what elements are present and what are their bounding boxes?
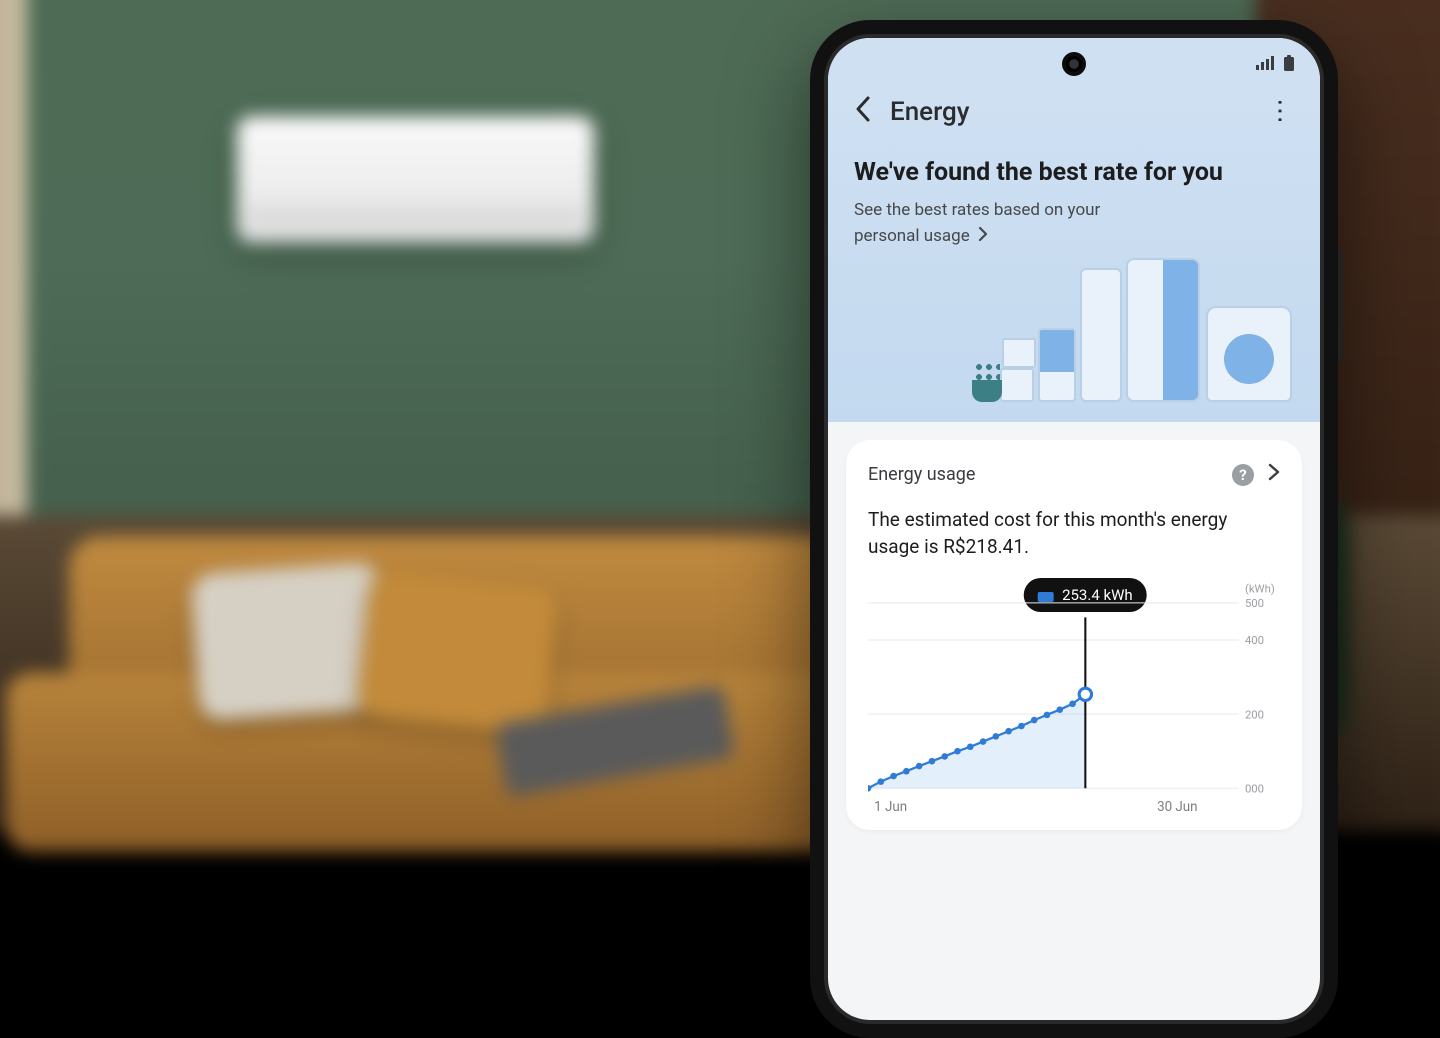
phone-frame: Energy ⋯ We've found the best rate for y… bbox=[810, 20, 1338, 1038]
appliances-illustration bbox=[1002, 252, 1302, 402]
battery-icon bbox=[1284, 55, 1294, 71]
hero-banner: Energy ⋯ We've found the best rate for y… bbox=[828, 82, 1320, 422]
hero-headline: We've found the best rate for you bbox=[854, 158, 1294, 187]
phone-screen: Energy ⋯ We've found the best rate for y… bbox=[824, 34, 1324, 1024]
y-tick-000: 000 bbox=[1245, 782, 1264, 796]
y-unit: (kWh) bbox=[1245, 582, 1275, 596]
card-title: Energy usage bbox=[868, 464, 975, 485]
bg-sofa bbox=[6, 494, 867, 893]
back-button[interactable] bbox=[854, 95, 872, 129]
chart-focus-point bbox=[1079, 688, 1091, 700]
content-area: Energy usage ? The estimated cost for th… bbox=[828, 422, 1320, 848]
chevron-right-icon bbox=[978, 225, 988, 246]
estimate-suffix: . bbox=[1024, 535, 1029, 558]
camera-hole-icon bbox=[1062, 52, 1086, 76]
more-menu-button[interactable]: ⋯ bbox=[1265, 98, 1295, 126]
estimate-text: The estimated cost for this month's ener… bbox=[868, 507, 1280, 560]
y-tick-400: 400 bbox=[1245, 633, 1264, 647]
signal-icon bbox=[1256, 56, 1276, 70]
hero-subline-row[interactable]: See the best rates based on your persona… bbox=[854, 199, 1154, 249]
y-tick-200: 200 bbox=[1245, 707, 1264, 721]
chevron-right-icon bbox=[1268, 463, 1280, 481]
y-tick-500: 500 bbox=[1245, 596, 1264, 610]
card-header: Energy usage ? bbox=[868, 462, 1280, 487]
nav-bar: Energy ⋯ bbox=[854, 88, 1294, 136]
x-tick-end: 30 Jun bbox=[1157, 800, 1197, 815]
phone-side-button bbox=[1338, 250, 1343, 360]
x-tick-start: 1 Jun bbox=[874, 800, 907, 815]
help-icon[interactable]: ? bbox=[1232, 464, 1254, 486]
bg-ac-unit bbox=[237, 116, 594, 242]
usage-chart[interactable]: 253.4 kWh (kWh) 500 400 200 bbox=[868, 572, 1280, 812]
chevron-left-icon bbox=[854, 95, 872, 123]
card-detail-button[interactable] bbox=[1268, 462, 1280, 487]
page-title: Energy bbox=[890, 97, 970, 127]
energy-usage-card: Energy usage ? The estimated cost for th… bbox=[846, 440, 1302, 830]
estimate-value: R$218.41 bbox=[943, 535, 1024, 558]
estimate-prefix: The estimated cost for this month's ener… bbox=[868, 508, 1227, 558]
